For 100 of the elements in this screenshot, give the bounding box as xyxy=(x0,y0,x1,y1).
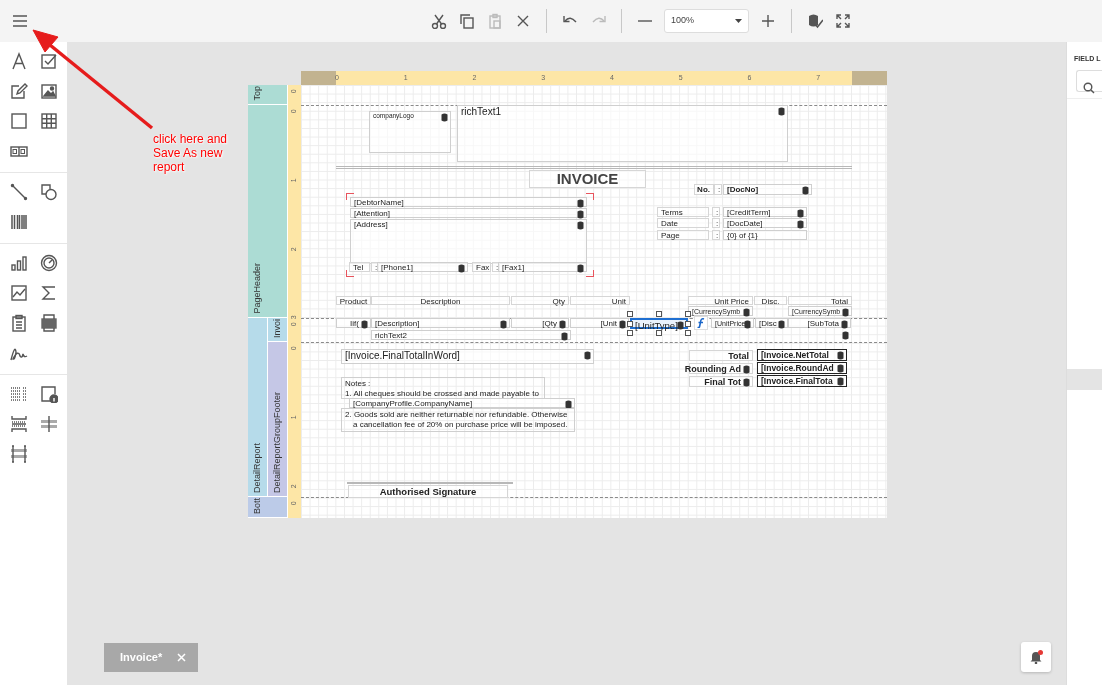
data-field[interactable]: [Description] xyxy=(371,318,510,328)
copy-icon xyxy=(459,13,475,29)
data-field[interactable]: [SubTota xyxy=(788,318,851,328)
report-label[interactable]: Date xyxy=(657,218,709,228)
data-field[interactable]: [Qty xyxy=(511,318,569,328)
report-label[interactable]: Qty xyxy=(511,296,569,305)
square-icon[interactable] xyxy=(10,112,28,130)
report-label[interactable]: : xyxy=(371,262,379,272)
data-field[interactable]: [DocNo] xyxy=(723,184,812,195)
bar-chart-icon[interactable] xyxy=(10,254,28,272)
data-field[interactable]: [Invoice.FinalTotalInWord] xyxy=(341,349,594,364)
report-label[interactable]: Product xyxy=(336,296,371,305)
data-field[interactable]: [Unit xyxy=(570,318,629,328)
data-field[interactable]: [Phone1] xyxy=(377,262,468,272)
data-field[interactable]: [Disc xyxy=(755,318,788,328)
band-name: DetailReportGroupFooter xyxy=(271,391,283,493)
report-label[interactable]: Page xyxy=(657,230,709,240)
corner-bracket xyxy=(346,193,354,200)
resize-handle[interactable] xyxy=(656,330,662,336)
report-label[interactable]: : xyxy=(492,262,500,272)
report-label[interactable]: : xyxy=(712,207,720,217)
rich-text-box[interactable]: richText1 xyxy=(457,105,788,162)
letter-icon[interactable] xyxy=(10,52,28,70)
report-label[interactable]: Terms xyxy=(657,207,709,217)
report-label[interactable]: : xyxy=(712,218,720,228)
plus-icon xyxy=(760,13,776,29)
report-label[interactable]: : xyxy=(714,184,722,195)
resize-handle[interactable] xyxy=(656,311,662,317)
stack-icon[interactable] xyxy=(10,445,28,463)
bell-icon xyxy=(1029,650,1043,664)
band-label[interactable]: DetailReport xyxy=(248,318,268,497)
report-label[interactable]: No. xyxy=(694,184,714,195)
annotation-text: click here and Save As new report xyxy=(153,133,229,175)
scissors-icon xyxy=(431,13,447,29)
tab-label: Invoice* xyxy=(120,650,163,666)
close-icon xyxy=(515,13,531,29)
report-label[interactable]: Fax xyxy=(472,262,491,272)
clipboard-icon[interactable] xyxy=(10,314,28,332)
data-field[interactable]: {0} of {1} xyxy=(723,230,807,240)
document-icon[interactable] xyxy=(40,314,58,332)
report-label[interactable]: : xyxy=(712,230,720,240)
band-label[interactable]: Top xyxy=(248,85,288,105)
report-label[interactable]: Final Tot xyxy=(689,376,753,387)
edit-icon[interactable] xyxy=(10,82,28,100)
checkbox-icon[interactable] xyxy=(40,52,58,70)
gauge-icon[interactable] xyxy=(40,254,58,272)
image-icon[interactable] xyxy=(40,82,58,100)
data-field[interactable]: [Fax1] xyxy=(498,262,587,272)
data-field[interactable]: [Address] xyxy=(350,219,587,264)
band-name: Top xyxy=(251,86,263,101)
paste-icon xyxy=(487,13,503,29)
report-label[interactable]: Total xyxy=(788,296,852,305)
notification-button[interactable] xyxy=(1021,642,1051,672)
notes-box[interactable]: 2. Goods sold are neither returnable nor refundable. Otherwise a cancellation fee of 20% on purchase price will be imposed. xyxy=(341,408,575,432)
data-field[interactable]: Iif( xyxy=(336,318,371,328)
shapes-icon[interactable] xyxy=(40,183,58,201)
barcode-icon[interactable] xyxy=(10,213,28,231)
band-label[interactable]: DetailReportGroupFooter xyxy=(268,342,288,497)
report-label[interactable]: Unit xyxy=(570,296,630,305)
data-field[interactable]: [Invoice.FinalTota xyxy=(757,375,847,387)
zoom-select[interactable]: 100% xyxy=(664,9,749,33)
report-label[interactable]: Tel xyxy=(349,262,370,272)
menu-icon xyxy=(12,14,28,28)
notes-box[interactable]: Notes : 1. All cheques should be crossed and made payable to xyxy=(341,377,545,399)
note-line: Notes : xyxy=(345,379,372,389)
data-field[interactable]: [Invoice.NetTotal xyxy=(757,349,847,361)
report-label[interactable]: Description xyxy=(371,296,510,305)
report-label[interactable]: Disc. xyxy=(754,296,787,305)
band-label[interactable]: PageHeader xyxy=(248,105,288,318)
database-check-icon xyxy=(807,13,823,29)
search-icon xyxy=(1083,81,1095,94)
function-icon xyxy=(697,318,705,328)
sigma-icon[interactable] xyxy=(40,284,58,302)
data-field[interactable]: [DocDate] xyxy=(723,218,807,228)
report-label[interactable]: Unit Price xyxy=(688,296,753,305)
search-field[interactable] xyxy=(1076,70,1102,92)
line-icon[interactable] xyxy=(10,183,28,201)
data-field[interactable]: [DebtorName] xyxy=(350,197,587,207)
list-icon[interactable] xyxy=(10,385,28,403)
report-label[interactable]: Authorised Signature xyxy=(348,485,508,498)
band-name: PageHeader xyxy=(251,263,263,314)
report-label[interactable]: INVOICE xyxy=(529,170,646,188)
corner-bracket xyxy=(586,193,594,200)
data-field[interactable]: [Invoice.RoundAd xyxy=(757,362,847,374)
report-label[interactable]: Total xyxy=(689,350,753,361)
info-icon[interactable] xyxy=(40,385,58,403)
rich-text-box[interactable]: richText2 xyxy=(371,330,571,340)
data-field[interactable]: [CompanyProfile.CompanyName] xyxy=(349,398,575,408)
separator-icon[interactable] xyxy=(40,415,58,433)
band-label[interactable]: Invoi xyxy=(268,318,288,342)
band-name: DetailReport xyxy=(251,442,263,493)
data-field[interactable]: [Attention] xyxy=(350,208,587,218)
note-line: 1. All cheques should be crossed and made payable to xyxy=(345,388,540,399)
expression-button[interactable] xyxy=(694,316,708,330)
line-chart-icon[interactable] xyxy=(10,284,28,302)
data-field[interactable]: [CreditTerm] xyxy=(723,207,807,217)
minus-icon xyxy=(637,19,653,23)
band-label[interactable]: Bott xyxy=(248,497,288,518)
table-icon[interactable] xyxy=(40,112,58,130)
band-icon[interactable] xyxy=(10,415,28,433)
